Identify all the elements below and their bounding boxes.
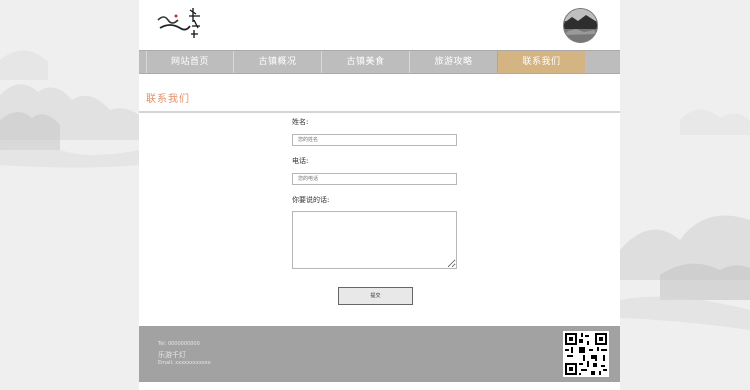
name-label: 姓名: bbox=[292, 118, 309, 126]
page-container: 网站首页 古镇概况 古镇美食 旅游攻略 联系我们 联系我们 姓名: 电话: 你要… bbox=[139, 0, 620, 390]
page-title: 联系我们 bbox=[146, 94, 190, 105]
avatar-photo-icon bbox=[564, 9, 597, 42]
nav-item-contact[interactable]: 联系我们 bbox=[497, 51, 585, 73]
nav-item-overview[interactable]: 古镇概况 bbox=[233, 51, 321, 73]
phone-field[interactable] bbox=[292, 173, 457, 185]
qr-code-icon bbox=[563, 331, 609, 377]
avatar[interactable] bbox=[563, 8, 598, 43]
message-label: 你要说的话: bbox=[292, 196, 330, 204]
footer: Tel: 0000000000 乐游千灯 Email: xxxxxxxxxxxx bbox=[139, 326, 620, 382]
ink-brush-logo[interactable] bbox=[156, 6, 206, 42]
background-ink-landscape-right bbox=[620, 109, 750, 330]
footer-phone: Tel: 0000000000 bbox=[158, 341, 200, 347]
title-divider bbox=[139, 111, 620, 113]
nav-item-home[interactable]: 网站首页 bbox=[146, 51, 233, 73]
main-nav: 网站首页 古镇概况 古镇美食 旅游攻略 联系我们 bbox=[139, 50, 620, 74]
footer-brand: 乐游千灯 bbox=[158, 351, 186, 359]
footer-email: Email: xxxxxxxxxxxx bbox=[158, 360, 211, 366]
nav-item-food[interactable]: 古镇美食 bbox=[321, 51, 409, 73]
phone-label: 电话: bbox=[292, 157, 309, 165]
name-field[interactable] bbox=[292, 134, 457, 146]
background-ink-landscape-left bbox=[0, 50, 139, 168]
nav-item-travel-guide[interactable]: 旅游攻略 bbox=[409, 51, 497, 73]
submit-button[interactable]: 提交 bbox=[338, 287, 413, 305]
message-textarea[interactable] bbox=[292, 211, 457, 269]
